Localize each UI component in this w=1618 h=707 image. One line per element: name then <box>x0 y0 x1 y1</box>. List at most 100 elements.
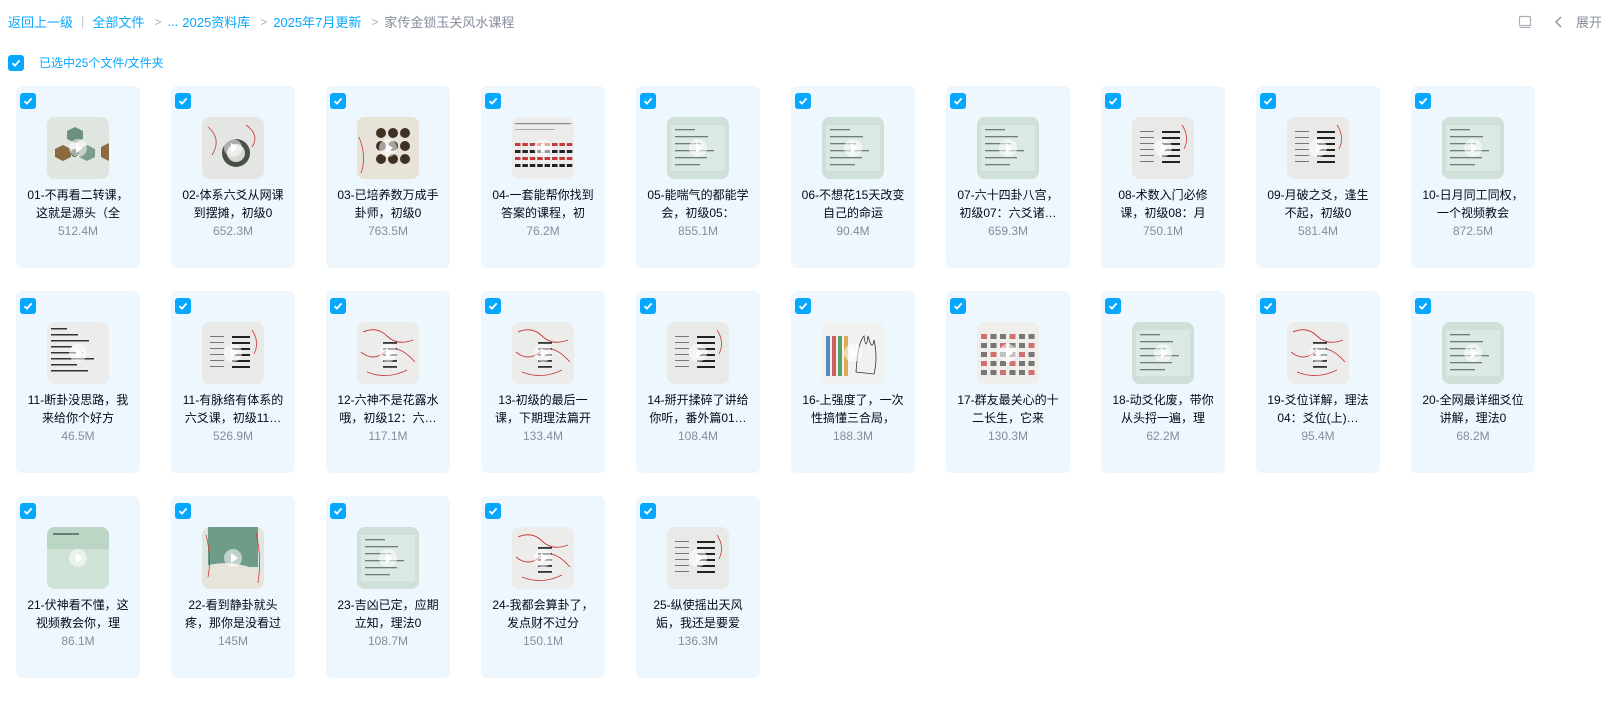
video-thumbnail[interactable] <box>202 117 264 179</box>
file-card[interactable]: 02-体系六爻从网课到摆摊，初级0 652.3M <box>171 86 295 268</box>
file-card[interactable]: 20-全网最详细爻位讲解，理法0 68.2M <box>1411 291 1535 473</box>
file-name[interactable]: 14-掰开揉碎了讲给你听，番外篇01… <box>644 391 752 427</box>
file-checkbox[interactable] <box>485 93 501 109</box>
video-thumbnail[interactable] <box>357 527 419 589</box>
file-name[interactable]: 08-术数入门必修课，初级08：月 <box>1109 186 1217 222</box>
file-checkbox[interactable] <box>175 298 191 314</box>
breadcrumb-item-library[interactable]: 2025资料库 <box>182 12 250 31</box>
all-files-link[interactable]: 全部文件 <box>92 12 144 31</box>
file-checkbox[interactable] <box>20 93 36 109</box>
file-name[interactable]: 03-已培养数万成手卦师，初级0 <box>334 186 442 222</box>
file-checkbox[interactable] <box>330 93 346 109</box>
video-thumbnail[interactable] <box>977 322 1039 384</box>
expand-button[interactable]: 展开 <box>1576 12 1602 31</box>
file-checkbox[interactable] <box>795 298 811 314</box>
file-name[interactable]: 16-上强度了，一次性搞懂三合局， <box>799 391 907 427</box>
video-thumbnail[interactable] <box>512 117 574 179</box>
file-checkbox[interactable] <box>1260 298 1276 314</box>
file-card[interactable]: 14-掰开揉碎了讲给你听，番外篇01… 108.4M <box>636 291 760 473</box>
file-checkbox[interactable] <box>485 298 501 314</box>
file-checkbox[interactable] <box>20 298 36 314</box>
file-card[interactable]: 11-断卦没思路，我来给你个好方 46.5M <box>16 291 140 473</box>
file-checkbox[interactable] <box>950 298 966 314</box>
file-name[interactable]: 04-一套能帮你找到答案的课程，初 <box>489 186 597 222</box>
file-checkbox[interactable] <box>1260 93 1276 109</box>
file-name[interactable]: 20-全网最详细爻位讲解，理法0 <box>1419 391 1527 427</box>
file-checkbox[interactable] <box>20 503 36 519</box>
file-name[interactable]: 06-不想花15天改变自己的命运 <box>799 186 907 222</box>
video-thumbnail[interactable] <box>822 117 884 179</box>
file-name[interactable]: 17-群友最关心的十二长生，它来 <box>954 391 1062 427</box>
file-name[interactable]: 11-断卦没思路，我来给你个好方 <box>24 391 132 427</box>
video-thumbnail[interactable] <box>1132 322 1194 384</box>
video-thumbnail[interactable] <box>202 322 264 384</box>
file-card[interactable]: 16-上强度了，一次性搞懂三合局， 188.3M <box>791 291 915 473</box>
file-name[interactable]: 05-能喘气的都能学会，初级05： <box>644 186 752 222</box>
file-name[interactable]: 19-爻位详解，理法04：爻位(上)… <box>1264 391 1372 427</box>
back-link[interactable]: 返回上一级 <box>8 12 73 31</box>
file-name[interactable]: 25-纵使摇出天风姤，我还是要爱 <box>644 596 752 632</box>
file-card[interactable]: 22-看到静卦就头疼，那你是没看过 145M <box>171 496 295 678</box>
video-thumbnail[interactable] <box>47 527 109 589</box>
file-checkbox[interactable] <box>175 93 191 109</box>
file-card[interactable]: 17-群友最关心的十二长生，它来 130.3M <box>946 291 1070 473</box>
file-name[interactable]: 18-动爻化废，带你从头捋一遍，理 <box>1109 391 1217 427</box>
video-thumbnail[interactable] <box>977 117 1039 179</box>
file-name[interactable]: 13-初级的最后一课，下期理法篇开 <box>489 391 597 427</box>
file-name[interactable]: 09-月破之爻，逢生不起，初级0 <box>1264 186 1372 222</box>
file-name[interactable]: 02-体系六爻从网课到摆摊，初级0 <box>179 186 287 222</box>
video-thumbnail[interactable] <box>512 527 574 589</box>
file-card[interactable]: 12-六神不是花露水哦，初级12：六… 117.1M <box>326 291 450 473</box>
file-checkbox[interactable] <box>175 503 191 519</box>
file-card[interactable]: 01-不再看二转课，这就是源头（全 512.4M <box>16 86 140 268</box>
file-checkbox[interactable] <box>795 93 811 109</box>
file-name[interactable]: 11-有脉络有体系的六爻课，初级11… <box>179 391 287 427</box>
file-checkbox[interactable] <box>330 503 346 519</box>
video-thumbnail[interactable] <box>202 527 264 589</box>
file-card[interactable]: 05-能喘气的都能学会，初级05： 855.1M <box>636 86 760 268</box>
breadcrumb-ellipsis[interactable]: ... <box>167 14 178 29</box>
file-name[interactable]: 07-六十四卦八宫，初级07：六爻诸… <box>954 186 1062 222</box>
file-checkbox[interactable] <box>950 93 966 109</box>
file-card[interactable]: 07-六十四卦八宫，初级07：六爻诸… 659.3M <box>946 86 1070 268</box>
file-card[interactable]: 08-术数入门必修课，初级08：月 750.1M <box>1101 86 1225 268</box>
file-checkbox[interactable] <box>640 93 656 109</box>
video-thumbnail[interactable] <box>667 322 729 384</box>
file-card[interactable]: 24-我都会算卦了，发点财不过分 150.1M <box>481 496 605 678</box>
video-thumbnail[interactable] <box>47 322 109 384</box>
file-card[interactable]: 10-日月同工同权，一个视频教会 872.5M <box>1411 86 1535 268</box>
video-thumbnail[interactable] <box>1287 322 1349 384</box>
file-checkbox[interactable] <box>330 298 346 314</box>
file-card[interactable]: 04-一套能帮你找到答案的课程，初 76.2M <box>481 86 605 268</box>
file-card[interactable]: 06-不想花15天改变自己的命运 90.4M <box>791 86 915 268</box>
video-thumbnail[interactable] <box>47 117 109 179</box>
file-card[interactable]: 25-纵使摇出天风姤，我还是要爱 136.3M <box>636 496 760 678</box>
file-card[interactable]: 21-伏神看不懂，这视频教会你，理 86.1M <box>16 496 140 678</box>
file-checkbox[interactable] <box>640 298 656 314</box>
video-thumbnail[interactable] <box>1287 117 1349 179</box>
chevron-left-icon[interactable] <box>1552 15 1566 29</box>
video-thumbnail[interactable] <box>512 322 574 384</box>
file-checkbox[interactable] <box>1105 298 1121 314</box>
file-name[interactable]: 23-吉凶已定，应期立知，理法0 <box>334 596 442 632</box>
file-card[interactable]: 13-初级的最后一课，下期理法篇开 133.4M <box>481 291 605 473</box>
file-checkbox[interactable] <box>1415 93 1431 109</box>
file-name[interactable]: 10-日月同工同权，一个视频教会 <box>1419 186 1527 222</box>
video-thumbnail[interactable] <box>357 117 419 179</box>
file-name[interactable]: 01-不再看二转课，这就是源头（全 <box>24 186 132 222</box>
video-thumbnail[interactable] <box>1442 322 1504 384</box>
video-thumbnail[interactable] <box>1132 117 1194 179</box>
file-card[interactable]: 19-爻位详解，理法04：爻位(上)… 95.4M <box>1256 291 1380 473</box>
video-thumbnail[interactable] <box>357 322 419 384</box>
file-name[interactable]: 24-我都会算卦了，发点财不过分 <box>489 596 597 632</box>
breadcrumb-item-july[interactable]: 2025年7月更新 <box>273 12 361 31</box>
select-all-checkbox[interactable] <box>8 54 24 71</box>
file-name[interactable]: 12-六神不是花露水哦，初级12：六… <box>334 391 442 427</box>
file-card[interactable]: 18-动爻化废，带你从头捋一遍，理 62.2M <box>1101 291 1225 473</box>
file-name[interactable]: 21-伏神看不懂，这视频教会你，理 <box>24 596 132 632</box>
file-card[interactable]: 11-有脉络有体系的六爻课，初级11… 526.9M <box>171 291 295 473</box>
panel-icon[interactable] <box>1518 15 1532 29</box>
video-thumbnail[interactable] <box>1442 117 1504 179</box>
file-card[interactable]: 09-月破之爻，逢生不起，初级0 581.4M <box>1256 86 1380 268</box>
video-thumbnail[interactable] <box>667 117 729 179</box>
